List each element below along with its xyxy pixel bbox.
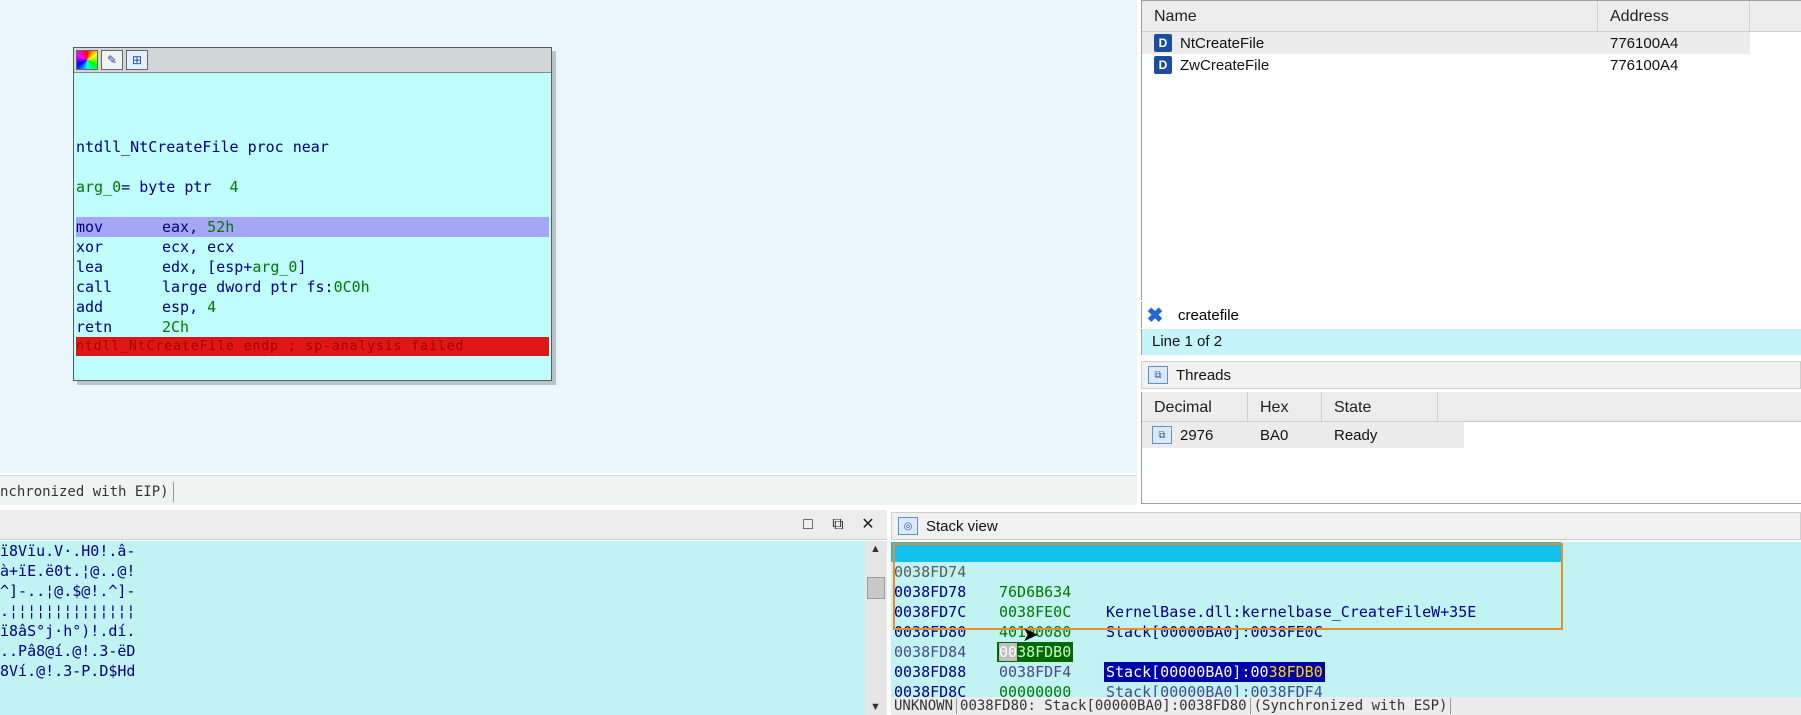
graph-view[interactable]: ✎ ⊞ ntdll_NtCreateFile proc near arg_0= … (0, 0, 1137, 473)
stack-window-icon: ◎ (898, 517, 918, 535)
status-segment-location: 0038FD80: Stack[00000BA0]:0038FD80 (957, 698, 1251, 714)
maximize-icon[interactable]: □ (797, 514, 819, 536)
function-graph-node[interactable]: ✎ ⊞ ntdll_NtCreateFile proc near arg_0= … (73, 47, 552, 381)
operand-immediate: 0C0h (333, 278, 370, 296)
hex-view-toolbar: □ ⧉ ✕ (0, 510, 887, 540)
instruction-line[interactable]: retn 2Ch (76, 317, 549, 337)
operand-immediate: 2Ch (162, 318, 190, 336)
column-header-hex[interactable]: Hex (1248, 392, 1322, 421)
names-window[interactable]: Name Address D NtCreateFile 776100A4 D ZwC… (1141, 0, 1801, 300)
stack-row[interactable]: 0038FD78 0038FE0C Stack[00000BA0]:0038FE… (891, 562, 1801, 641)
stack-view-titlebar[interactable]: ◎ Stack view (891, 512, 1801, 540)
mnemonic: retn (76, 318, 113, 336)
hex-line: ï8Vïu.V·.H0!.â- (0, 542, 136, 560)
stack-row[interactable]: 0038FD74 76D6B634 KernelBase.dll:kernelb… (891, 542, 1561, 621)
arg-name: arg_0 (76, 178, 122, 196)
hex-line: 8Ví.@!.3-P.D$Hd (0, 662, 136, 680)
operand-immediate: 4 (207, 298, 217, 316)
symbol-address: 776100A4 (1610, 34, 1679, 52)
graph-status-bar: nchronized with EIP) (0, 475, 1137, 505)
names-header: Name Address (1142, 1, 1801, 32)
hex-view[interactable]: ï8Vïu.V·.H0!.â- à+ïE.ë0t.¦@..@! ^]-..¦@.… (0, 541, 865, 715)
operand: esp, (162, 298, 208, 316)
close-icon[interactable]: ✕ (857, 514, 879, 536)
hex-line: .¦¦¦¦¦¦¦¦¦¦¦¦¦¦ (0, 602, 136, 620)
mouse-pointer-icon: ➤ (1022, 624, 1039, 646)
filter-result-status: Line 1 of 2 (1141, 329, 1801, 355)
filter-input[interactable] (1178, 306, 1478, 324)
scroll-up-icon[interactable]: ▲ (870, 543, 881, 555)
arg-declaration[interactable]: arg_0= byte ptr 4 (76, 177, 549, 197)
operand: large dword ptr fs: (162, 278, 334, 296)
mnemonic: lea (76, 258, 104, 276)
hex-line: ï8âS°j·h°)!.dí. (0, 622, 136, 640)
operand-arg: arg_0 (252, 258, 298, 276)
stack-view[interactable]: 0038FD74 76D6B634 KernelBase.dll:kernelb… (891, 542, 1801, 715)
column-header-decimal[interactable]: Decimal (1142, 392, 1248, 421)
scroll-thumb[interactable] (867, 577, 885, 599)
hex-line: ..Pâ8@í.@!.3-ëD (0, 642, 136, 660)
list-item[interactable]: D ZwCreateFile 776100A4 (1142, 54, 1801, 76)
thread-icon: ⧉ (1152, 426, 1172, 444)
column-header-address[interactable]: Address (1598, 1, 1750, 31)
operand: eax, (162, 218, 208, 236)
column-header-name[interactable]: Name (1142, 1, 1598, 31)
data-symbol-icon: D (1154, 56, 1172, 74)
operand-immediate: 52h (207, 218, 235, 236)
mnemonic: add (76, 298, 104, 316)
stack-view-title: Stack view (926, 517, 998, 535)
table-row[interactable]: ⧉ 2976 BA0 Ready (1142, 422, 1464, 448)
hex-scrollbar[interactable]: ▲ ▼ (865, 541, 887, 715)
thread-decimal: 2976 (1180, 426, 1214, 444)
edit-node-icon[interactable]: ✎ (101, 50, 123, 70)
symbol-name: ZwCreateFile (1180, 56, 1270, 74)
list-item[interactable]: D NtCreateFile 776100A4 (1142, 32, 1750, 54)
instruction-line[interactable]: call large dword ptr fs:0C0h (76, 277, 549, 297)
instruction-line[interactable]: mov eax, 52h (76, 217, 549, 237)
quick-filter-bar: ✖ (1141, 302, 1801, 328)
mnemonic: call (76, 278, 113, 296)
symbol-address: 776100A4 (1610, 56, 1679, 74)
operand: edx, [esp+ (162, 258, 253, 276)
stack-row[interactable]: 0038FD80 0038FDB0 Stack[00000BA0]:0038FD… (891, 602, 1801, 682)
status-segment-sync: (Synchronized with ESP) (1250, 698, 1452, 714)
data-symbol-icon: D (1154, 34, 1172, 52)
stack-row[interactable]: 0038FD7C 40100080 (891, 582, 1801, 641)
mnemonic: mov (76, 218, 104, 236)
column-header-state[interactable]: State (1322, 392, 1438, 421)
threads-window-icon: ⧉ (1148, 366, 1168, 384)
graph-sync-status: nchronized with EIP) (0, 482, 174, 502)
stack-status-bar: UNKNOWN 0038FD80: Stack[00000BA0]:0038FD8… (891, 697, 1801, 715)
instruction-line[interactable]: add esp, 4 (76, 297, 549, 317)
mnemonic: xor (76, 238, 104, 256)
color-palette-icon[interactable] (76, 50, 98, 70)
arg-type: = byte ptr (121, 178, 230, 196)
operand-close: ] (297, 258, 307, 276)
operand: ecx, ecx (162, 238, 235, 256)
arg-value: 4 (229, 178, 239, 196)
instruction-line[interactable]: xor ecx, ecx (76, 237, 549, 257)
threads-title: Threads (1176, 366, 1232, 384)
thread-state: Ready (1334, 426, 1378, 444)
instruction-line[interactable]: lea edx, [esp+arg_0] (76, 257, 549, 277)
stack-row[interactable]: 0038FD8C 00000080 (891, 662, 1801, 715)
proc-declaration[interactable]: ntdll_NtCreateFile proc near (76, 137, 549, 157)
threads-header: Decimal Hex State (1142, 392, 1801, 422)
hex-line: ^]-..¦@.$@!.^]- (0, 582, 136, 600)
threads-window[interactable]: Decimal Hex State ⧉ 2976 BA0 Ready (1141, 392, 1801, 504)
hex-line: à+ïE.ë0t.¦@..@! (0, 562, 136, 580)
symbol-name: NtCreateFile (1180, 34, 1265, 52)
endp-line[interactable]: ntdll_NtCreateFile endp ; sp-analysis fa… (76, 337, 549, 356)
scroll-down-icon[interactable]: ▼ (870, 701, 881, 713)
status-segment-type: UNKNOWN (891, 698, 958, 714)
restore-icon[interactable]: ⧉ (827, 514, 849, 536)
thread-hex: BA0 (1260, 426, 1289, 444)
close-filter-icon[interactable]: ✖ (1142, 303, 1168, 328)
graph-overview-icon[interactable]: ⊞ (126, 50, 148, 70)
threads-titlebar[interactable]: ⧉ Threads (1141, 361, 1801, 389)
node-titlebar: ✎ ⊞ (74, 48, 551, 73)
